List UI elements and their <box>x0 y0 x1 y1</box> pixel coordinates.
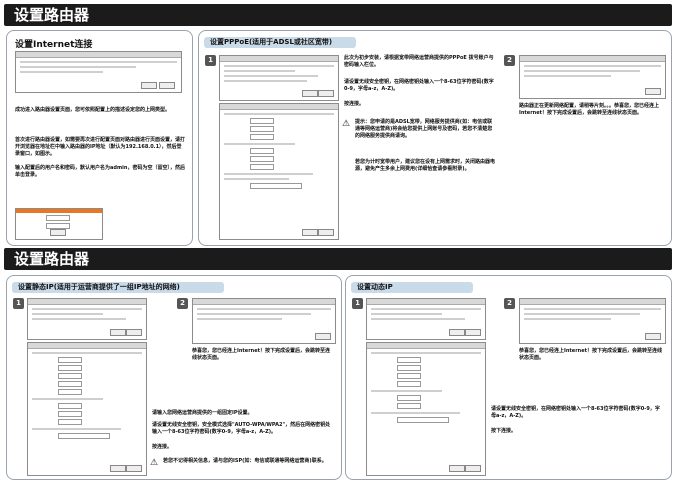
step-2-badge: 2 <box>504 55 515 66</box>
pppoe-note-2: 若您为计时宽带用户，建议您在设有上网需求时，关闭路由器电源，避免产生多余上网费用… <box>355 159 496 172</box>
pppoe-form-screenshot <box>219 103 339 240</box>
static-header: 设置静态IP(适用于运营商提供了一组IP地址的网络) <box>12 282 224 293</box>
static-wizard-screenshot <box>27 298 147 340</box>
step-2-badge: 2 <box>177 298 188 309</box>
step-1-badge: 1 <box>352 298 363 309</box>
static-key-text: 请设置无线安全密钥，安全模式选择"AUTO-WPA/WPA2"，然后在网络密钥处… <box>152 422 331 435</box>
pppoe-step2-text: 路由器正在更新网络配置，请稍等片刻。。。恭喜您，您已经连上Internet！按下… <box>519 103 660 116</box>
pppoe-key-text: 请设置无线安全密钥，在网络密钥处输入一个8-63位字符密码(数字0-9，字母a-… <box>344 79 494 92</box>
static-ip-panel: 设置静态IP(适用于运营商提供了一组IP地址的网络) 1 2 恭喜您，您已经连上… <box>6 275 342 480</box>
pppoe-panel: 设置PPPoE(适用于ADSL或社区宽带) 1 此次为初步安装，请根据宽带网络运… <box>198 30 672 246</box>
login-paragraph: 输入配置后的用户名和密码，默认用户名为admin，密码为空（留空），然后单击登录… <box>15 165 185 178</box>
static-note: 若您不记得相关信息，请与您的ISP(如：电信或联通等网络运营商)联系。 <box>163 458 327 464</box>
pppoe-account-text: 此次为初步安装，请根据宽带网络运营商提供的PPPoE 拨号账户与密码输入栏位。 <box>344 55 494 68</box>
bottom-section-title: 设置路由器 <box>4 248 672 270</box>
pppoe-header: 设置PPPoE(适用于ADSL或社区宽带) <box>204 37 356 48</box>
static-step2-text: 恭喜您，您已经连上Internet！按下完成设置后，会跳转至连线状态页面。 <box>192 348 331 361</box>
top-section-title: 设置路由器 <box>4 4 672 26</box>
step-1-badge: 1 <box>205 55 216 66</box>
pppoe-wizard-screenshot <box>219 55 339 101</box>
dynamic-step2-text: 恭喜您，您已经连上Internet！按下完成设置后，会跳转至连线状态页面。 <box>519 348 663 361</box>
pppoe-finish-screenshot <box>519 55 666 99</box>
step-2-badge: 2 <box>504 298 515 309</box>
dynamic-header: 设置动态IP <box>351 282 473 293</box>
dynamic-finish-screenshot <box>519 298 666 344</box>
static-finish-screenshot <box>192 298 336 344</box>
dynamic-key-text: 请设置无线安全密钥，在网络密钥处输入一个8-63位字符密码(数字0-9，字母a-… <box>491 406 660 419</box>
warning-icon: ⚠ <box>342 119 351 129</box>
static-form-screenshot <box>27 342 147 476</box>
first-setup-paragraph: 首次进行路由器设置，如需要再次进行配置页面对路由器进行页面设置，请打开浏览器在地… <box>15 137 186 157</box>
dynamic-connect-text: 按下连接。 <box>491 428 517 434</box>
login-screenshot <box>15 208 103 240</box>
intro-paragraph: 成功进入路由器设置页面，您可依照配置上的描述设定您的上网类型。 <box>15 107 171 113</box>
static-connect-text: 按连接。 <box>152 444 173 450</box>
dynamic-ip-panel: 设置动态IP 1 2 恭喜您，您已经连上Internet！按下完成设置后，会跳转… <box>345 275 672 480</box>
step-1-badge: 1 <box>13 298 24 309</box>
setup-screenshot <box>15 51 182 93</box>
internet-setup-panel: 设置Internet连接 成功进入路由器设置页面，您可依照配置上的描述设定您的上… <box>6 30 193 246</box>
dynamic-form-screenshot <box>366 342 486 476</box>
pppoe-connect-text: 按连接。 <box>344 101 365 107</box>
dynamic-wizard-screenshot <box>366 298 486 340</box>
warning-icon: ⚠ <box>150 458 159 468</box>
pppoe-note: 提示：您申请的是ADSL宽带，网络服务提供商(如：电信或联通等网络运营商)将会给… <box>355 119 493 139</box>
static-ip-text: 请输入您网络运营商提供的一组固定IP设置。 <box>152 410 253 416</box>
internet-setup-heading: 设置Internet连接 <box>15 40 93 50</box>
